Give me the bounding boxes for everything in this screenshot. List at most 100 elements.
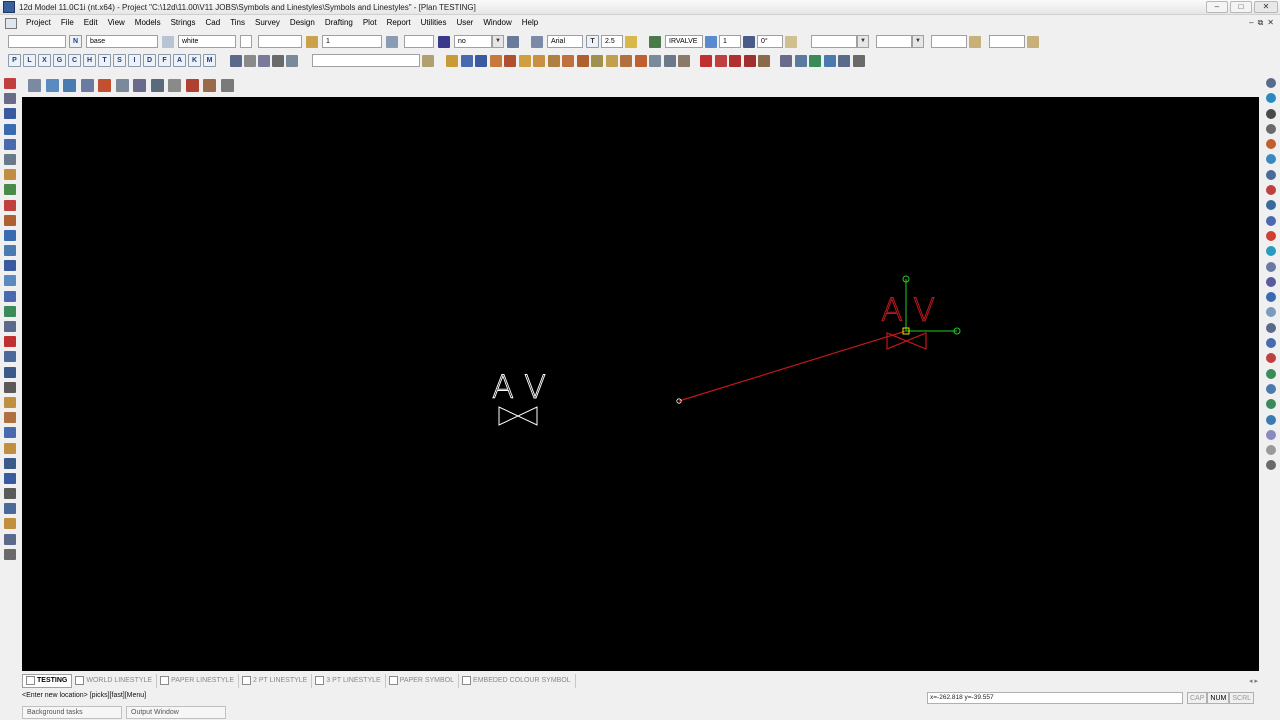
view-tool-icon[interactable] — [150, 79, 164, 92]
tool-icon[interactable] — [446, 54, 458, 67]
left-tool-icon[interactable] — [4, 123, 16, 135]
minimize-button[interactable]: – — [1206, 1, 1228, 13]
red-valve-symbol[interactable] — [886, 332, 927, 350]
view-tool-icon[interactable] — [98, 79, 111, 92]
left-tool-icon[interactable] — [4, 78, 16, 89]
menu-item-plot[interactable]: Plot — [358, 15, 382, 31]
tool-icon[interactable] — [605, 54, 618, 67]
right-tool-icon[interactable] — [1266, 276, 1276, 287]
model-field[interactable]: base — [86, 35, 158, 48]
snap-button-f[interactable]: F — [158, 54, 171, 67]
left-tool-icon[interactable] — [4, 412, 16, 424]
mdi-minimize-button[interactable]: – — [1249, 18, 1253, 28]
document-icon[interactable] — [5, 17, 17, 29]
symbol-scale-field[interactable]: 1 — [719, 35, 741, 48]
extra-dropdown-2-icon[interactable]: ▼ — [912, 35, 924, 48]
snap-button-p[interactable]: P — [8, 54, 21, 67]
snap-button-x[interactable]: X — [38, 54, 51, 67]
right-tool-icon[interactable] — [1266, 154, 1276, 165]
rotation-icon[interactable] — [743, 35, 755, 48]
font-icon[interactable] — [531, 35, 543, 48]
symbol-scale-icon[interactable] — [705, 35, 717, 48]
snap-button-s[interactable]: S — [113, 54, 126, 67]
menu-item-project[interactable]: Project — [21, 15, 56, 31]
left-tool-icon[interactable] — [4, 503, 16, 515]
snap-button-i[interactable]: I — [128, 54, 141, 67]
zoom-snap-icon[interactable] — [272, 54, 284, 67]
left-tool-icon[interactable] — [4, 396, 16, 408]
tool-icon[interactable] — [809, 54, 821, 67]
view-tool-icon[interactable] — [185, 79, 199, 92]
menu-item-help[interactable]: Help — [517, 15, 543, 31]
right-tool-icon[interactable] — [1266, 78, 1276, 88]
weight-picker-icon[interactable] — [386, 35, 398, 48]
extra-dropdown-1-icon[interactable]: ▼ — [857, 35, 869, 48]
tool-icon[interactable] — [547, 54, 560, 67]
tool-icon[interactable] — [794, 54, 807, 67]
tab-3-pt-linestyle[interactable]: 3 PT LINESTYLE — [312, 673, 386, 688]
left-tool-icon[interactable] — [4, 199, 16, 211]
menu-item-utilities[interactable]: Utilities — [416, 15, 452, 31]
left-tool-icon[interactable] — [4, 93, 16, 105]
line-snap-icon[interactable] — [258, 54, 270, 67]
menu-item-models[interactable]: Models — [130, 15, 166, 31]
snap-button-c[interactable]: C — [68, 54, 81, 67]
right-tool-icon[interactable] — [1266, 169, 1276, 180]
tab-embeded-colour-symbol[interactable]: EMBEDED COLOUR SYMBOL — [459, 673, 576, 688]
maximize-button[interactable]: □ — [1230, 1, 1252, 13]
right-tool-icon[interactable] — [1266, 383, 1276, 394]
tool-icon[interactable] — [504, 54, 516, 67]
white-valve-symbol[interactable] — [498, 406, 538, 426]
tool-icon[interactable] — [460, 54, 473, 67]
tab-scroll-arrows[interactable]: ◂ ▸ — [1249, 677, 1258, 685]
left-tool-icon[interactable] — [4, 472, 16, 484]
right-tool-icon[interactable] — [1266, 368, 1276, 379]
snap-button-a[interactable]: A — [173, 54, 186, 67]
left-tool-icon[interactable] — [4, 457, 16, 469]
tab-paper-symbol[interactable]: PAPER SYMBOL — [386, 673, 460, 688]
left-tool-icon[interactable] — [4, 548, 16, 560]
text-size-field[interactable]: 2.5 — [601, 35, 623, 48]
view-tool-icon[interactable] — [133, 79, 146, 92]
tool-icon[interactable] — [714, 54, 727, 67]
menu-item-design[interactable]: Design — [285, 15, 320, 31]
right-tool-icon[interactable] — [1266, 445, 1276, 456]
snap-button-k[interactable]: K — [188, 54, 201, 67]
right-tool-icon[interactable] — [1266, 139, 1276, 150]
command-field[interactable] — [312, 54, 420, 67]
tool-icon[interactable] — [620, 54, 632, 67]
right-tool-icon[interactable] — [1266, 230, 1276, 241]
tool-icon[interactable] — [489, 54, 502, 67]
snap-button-g[interactable]: G — [53, 54, 66, 67]
menu-item-report[interactable]: Report — [382, 15, 416, 31]
symbol-icon[interactable] — [649, 35, 661, 48]
menu-item-survey[interactable]: Survey — [250, 15, 285, 31]
background-tasks-tab[interactable]: Background tasks — [22, 706, 122, 719]
tool-icon[interactable] — [743, 54, 756, 67]
weight-field[interactable]: 1 — [322, 35, 382, 48]
left-tool-icon[interactable] — [4, 381, 16, 393]
left-tool-icon[interactable] — [4, 290, 16, 302]
tab-world-linestyle[interactable]: WORLD LINESTYLE — [72, 673, 158, 688]
line-style-icon[interactable] — [438, 35, 450, 48]
extra-picker-1-icon[interactable] — [969, 35, 981, 48]
view-tool-icon[interactable] — [28, 79, 41, 92]
colour-field[interactable]: white — [178, 35, 236, 48]
left-tool-icon[interactable] — [4, 214, 16, 226]
right-tool-icon[interactable] — [1266, 246, 1276, 257]
left-tool-icon[interactable] — [4, 108, 16, 120]
snap-button-l[interactable]: L — [23, 54, 36, 67]
right-tool-icon[interactable] — [1266, 429, 1276, 440]
left-tool-icon[interactable] — [4, 229, 16, 241]
left-tool-icon[interactable] — [4, 366, 16, 378]
command-picker-icon[interactable] — [422, 54, 434, 67]
left-tool-icon[interactable] — [4, 518, 16, 530]
tool-icon[interactable] — [634, 54, 647, 67]
style-field[interactable]: no — [454, 35, 492, 48]
left-tool-icon[interactable] — [4, 305, 16, 317]
right-tool-icon[interactable] — [1266, 399, 1276, 410]
tool-icon[interactable] — [533, 54, 545, 67]
menu-item-drafting[interactable]: Drafting — [320, 15, 358, 31]
left-tool-icon[interactable] — [4, 260, 16, 272]
name-field[interactable] — [8, 35, 66, 48]
